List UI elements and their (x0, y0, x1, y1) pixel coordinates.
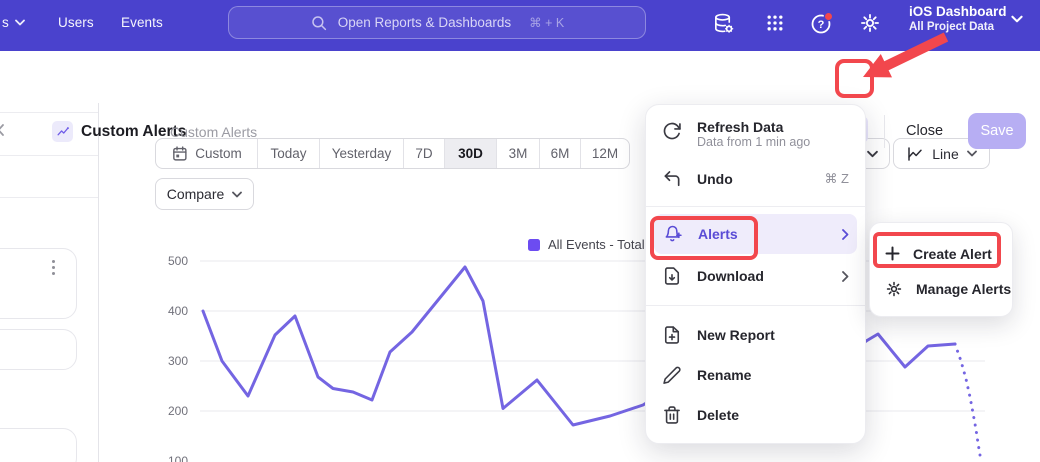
help-icon[interactable]: ? (807, 1, 837, 45)
range-custom[interactable]: Custom (156, 139, 258, 168)
range-12m[interactable]: 12M (581, 139, 629, 168)
menu-item-refresh-data[interactable]: Refresh Data Data from 1 min ago (646, 117, 865, 149)
search-shortcut: ⌘ + K (529, 15, 564, 30)
range-7d[interactable]: 7D (404, 139, 445, 168)
submenu-chevron-icon (842, 271, 849, 282)
range-today[interactable]: Today (258, 139, 320, 168)
data-management-icon[interactable] (708, 1, 738, 45)
submenu-item-manage-alerts[interactable]: Manage Alerts (870, 271, 1012, 306)
nav-item-users[interactable]: Users (58, 0, 94, 44)
project-name: iOS Dashboard (909, 3, 1007, 20)
range-30d-selected[interactable]: 30D (445, 139, 497, 168)
range-yesterday[interactable]: Yesterday (320, 139, 404, 168)
alert-bell-plus-icon (663, 224, 683, 244)
y-tick: 400 (148, 304, 188, 318)
refresh-icon (662, 121, 682, 141)
back-chevron-icon[interactable] (0, 123, 5, 141)
calendar-icon (171, 145, 188, 162)
menu-item-sublabel: Data from 1 min ago (697, 135, 810, 149)
pencil-icon (662, 365, 682, 385)
menu-item-download[interactable]: Download (646, 256, 865, 296)
range-3m[interactable]: 3M (497, 139, 540, 168)
chevron-down-icon (967, 150, 977, 157)
chevron-down-icon[interactable] (1011, 15, 1023, 23)
sidebar-card[interactable] (0, 329, 77, 370)
project-selector[interactable]: iOS Dashboard All Project Data (909, 3, 1007, 34)
alerts-submenu: Create Alert Manage Alerts (869, 222, 1013, 317)
more-options-menu: Refresh Data Data from 1 min ago Undo ⌘ … (645, 104, 866, 444)
breadcrumb: Custom Alerts (170, 124, 257, 140)
new-file-icon (662, 325, 682, 345)
report-header: Custom Alerts Custom Alerts GV Duplicate… (0, 51, 1040, 103)
sidebar-card[interactable] (0, 428, 77, 462)
legend-swatch (528, 239, 540, 251)
compare-button[interactable]: Compare (155, 178, 254, 210)
plus-icon (885, 246, 900, 261)
line-chart-icon (906, 145, 924, 163)
submenu-item-create-alert[interactable]: Create Alert (870, 236, 1012, 271)
search-placeholder: Open Reports & Dashboards (338, 15, 511, 30)
kebab-menu-icon[interactable] (51, 260, 55, 275)
menu-divider (646, 206, 865, 207)
menu-item-delete[interactable]: Delete (646, 395, 865, 435)
chevron-down-icon (867, 150, 878, 158)
sidebar-divider (0, 112, 98, 113)
y-tick: 300 (148, 354, 188, 368)
legend-label: All Events - Total (548, 237, 645, 252)
close-button[interactable]: Close (906, 123, 943, 139)
report-type-icon (52, 121, 73, 142)
y-tick: 100 (148, 454, 188, 462)
menu-shortcut: ⌘ Z (824, 171, 849, 187)
search-icon (310, 14, 328, 32)
global-search-input[interactable]: Open Reports & Dashboards ⌘ + K (228, 6, 646, 39)
project-scope: All Project Data (909, 20, 1007, 34)
gear-icon (885, 280, 903, 298)
date-range-control: Custom Today Yesterday 7D 30D 3M 6M 12M (155, 138, 630, 169)
save-button[interactable]: Save (968, 113, 1026, 149)
sidebar-divider (0, 197, 98, 198)
nav-item-events[interactable]: Events (121, 0, 163, 44)
sidebar-border (98, 103, 99, 462)
svg-text:?: ? (818, 19, 825, 31)
trash-icon (662, 405, 682, 425)
sidebar-card[interactable] (0, 248, 77, 319)
download-file-icon (662, 266, 682, 286)
y-tick: 500 (148, 254, 188, 268)
chart-legend: All Events - Total (528, 237, 645, 252)
menu-item-rename[interactable]: Rename (646, 355, 865, 395)
range-6m[interactable]: 6M (540, 139, 581, 168)
nav-item-truncated[interactable]: s (2, 0, 25, 44)
top-nav: s Users Events Open Reports & Dashboards… (0, 0, 1040, 51)
apps-grid-icon[interactable] (760, 1, 790, 45)
chevron-down-icon (232, 191, 242, 198)
menu-divider (646, 305, 865, 306)
sidebar-divider (0, 155, 98, 156)
app-window: 500 400 300 200 100 All Events - Total Custo… (0, 0, 1040, 462)
menu-item-undo[interactable]: Undo ⌘ Z (646, 159, 865, 199)
undo-icon (662, 169, 682, 189)
submenu-chevron-icon (842, 229, 849, 240)
header-divider (884, 115, 885, 148)
y-tick: 200 (148, 404, 188, 418)
menu-item-new-report[interactable]: New Report (646, 315, 865, 355)
menu-item-alerts[interactable]: Alerts (654, 214, 857, 254)
settings-gear-icon[interactable] (855, 1, 885, 45)
chevron-down-icon (15, 19, 25, 26)
